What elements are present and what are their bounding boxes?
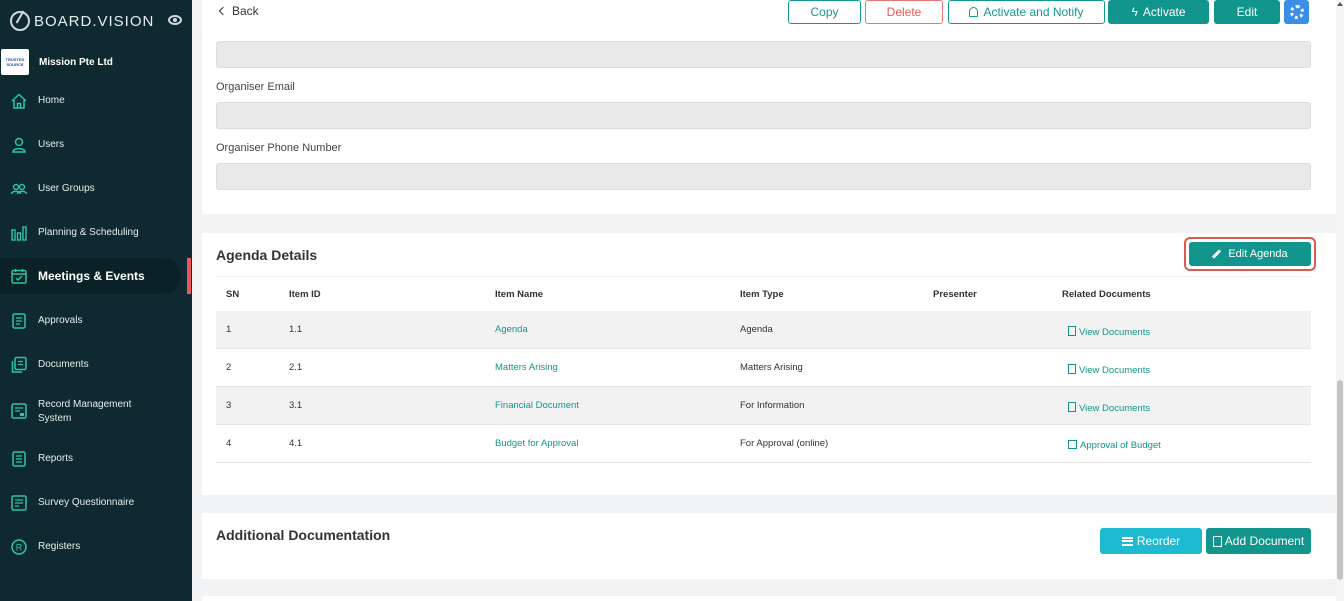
table-row: 3 3.1 Financial Document For Information… — [216, 387, 1311, 425]
pencil-icon — [1212, 250, 1221, 259]
sidebar: BOARD.VISION TRUSTED SOURCE Mission Pte … — [0, 0, 192, 601]
copy-button[interactable]: Copy — [788, 0, 861, 24]
user-groups-icon — [10, 183, 28, 195]
column-item-id: Item ID — [289, 289, 321, 300]
view-documents-link[interactable]: View Documents — [1068, 363, 1150, 376]
main-content: Back Copy Delete Activate and Notify ϟ Ac… — [192, 0, 1344, 601]
sidebar-item-planning-scheduling[interactable]: Planning & Scheduling — [0, 224, 192, 242]
sidebar-item-user-groups[interactable]: User Groups — [0, 180, 192, 198]
bell-icon — [969, 7, 979, 17]
approval-of-budget-link[interactable]: Approval of Budget — [1068, 439, 1161, 451]
document-icon — [1068, 364, 1076, 374]
survey-icon — [11, 495, 27, 511]
record-icon — [11, 403, 27, 419]
lightning-icon: ϟ — [1131, 5, 1138, 19]
organiser-name-field[interactable] — [216, 41, 1311, 68]
list-icon — [1121, 536, 1133, 546]
home-icon — [11, 93, 27, 109]
registered-icon: R — [11, 539, 27, 555]
sidebar-item-approvals[interactable]: Approvals — [0, 312, 192, 330]
item-name-link[interactable]: Financial Document — [495, 400, 579, 411]
delete-button[interactable]: Delete — [865, 0, 943, 24]
sidebar-item-survey-questionnaire[interactable]: Survey Questionnaire — [0, 494, 192, 512]
edit-agenda-button[interactable]: Edit Agenda — [1189, 242, 1311, 266]
user-icon — [12, 137, 26, 153]
organiser-phone-field[interactable] — [216, 163, 1311, 190]
sidebar-item-registers[interactable]: R Registers — [0, 538, 192, 556]
bar-chart-icon — [11, 226, 27, 241]
calendar-icon — [11, 269, 27, 284]
table-row: 1 1.1 Agenda Agenda View Documents — [216, 311, 1311, 349]
reports-icon — [12, 451, 26, 467]
organiser-email-label: Organiser Email — [216, 81, 295, 93]
item-name-link[interactable]: Agenda — [495, 324, 528, 335]
file-icon — [1212, 535, 1222, 547]
column-related-documents: Related Documents — [1062, 289, 1151, 300]
organization-switcher[interactable]: TRUSTED SOURCE Mission Pte Ltd — [0, 48, 192, 76]
item-name-link[interactable]: Budget for Approval — [495, 438, 578, 449]
agenda-details-card: Agenda Details Edit Agenda SN Item ID It… — [202, 233, 1336, 495]
board-vision-logo-icon — [10, 11, 30, 31]
next-card-edge — [202, 596, 1336, 601]
vertical-scrollbar[interactable] — [1336, 0, 1344, 601]
edit-button[interactable]: Edit — [1214, 0, 1280, 24]
add-document-button[interactable]: Add Document — [1206, 528, 1311, 554]
additional-documentation-title: Additional Documentation — [216, 527, 391, 543]
agenda-details-title: Agenda Details — [216, 247, 318, 263]
document-icon — [1068, 326, 1076, 336]
agenda-table-header: SN Item ID Item Name Item Type Presenter… — [216, 276, 1311, 311]
activate-and-notify-button[interactable]: Activate and Notify — [948, 0, 1105, 24]
column-item-name: Item Name — [495, 289, 544, 300]
settings-button[interactable] — [1284, 0, 1309, 24]
sidebar-item-reports[interactable]: Reports — [0, 450, 192, 468]
approvals-icon — [12, 313, 26, 329]
scroll-up-arrow-icon[interactable] — [1337, 2, 1343, 6]
gear-icon — [1289, 5, 1304, 19]
brand-name: BOARD.VISION — [34, 12, 155, 30]
documents-icon — [11, 356, 27, 373]
back-link[interactable]: Back — [218, 4, 259, 18]
column-presenter: Presenter — [933, 289, 977, 300]
view-documents-link[interactable]: View Documents — [1068, 401, 1150, 414]
organiser-email-field[interactable] — [216, 102, 1311, 129]
checkbox-icon — [1068, 440, 1077, 449]
scrollbar-thumb[interactable] — [1337, 380, 1343, 580]
organization-name: Mission Pte Ltd — [39, 56, 113, 68]
brand-logo[interactable]: BOARD.VISION — [10, 10, 154, 32]
organiser-details-card: Organiser Email Organiser Phone Number — [202, 36, 1336, 214]
item-name-link[interactable]: Matters Arising — [495, 362, 558, 373]
activate-button[interactable]: ϟ Activate — [1108, 0, 1209, 24]
sidebar-item-home[interactable]: Home — [0, 92, 192, 110]
table-row: 2 2.1 Matters Arising Matters Arising Vi… — [216, 349, 1311, 387]
column-sn: SN — [226, 289, 240, 300]
table-row: 4 4.1 Budget for Approval For Approval (… — [216, 425, 1311, 463]
toolbar: Back Copy Delete Activate and Notify ϟ Ac… — [202, 0, 1336, 36]
chevron-left-icon — [218, 6, 228, 16]
view-documents-link[interactable]: View Documents — [1068, 325, 1150, 338]
edit-agenda-highlight: Edit Agenda — [1184, 237, 1316, 271]
active-bar — [187, 258, 191, 294]
reorder-button[interactable]: Reorder — [1100, 528, 1202, 554]
additional-documentation-card: Additional Documentation Reorder Add Doc… — [202, 513, 1336, 579]
document-icon — [1068, 402, 1076, 412]
organiser-phone-label: Organiser Phone Number — [216, 142, 342, 154]
organization-logo: TRUSTED SOURCE — [1, 49, 29, 75]
sidebar-item-meetings-events[interactable]: Meetings & Events — [0, 258, 192, 294]
eye-icon[interactable] — [168, 15, 182, 25]
sidebar-item-users[interactable]: Users — [0, 136, 192, 154]
column-item-type: Item Type — [740, 289, 784, 300]
sidebar-item-record-management[interactable]: Record Management System — [0, 396, 192, 426]
svg-text:R: R — [16, 543, 23, 553]
sidebar-item-documents[interactable]: Documents — [0, 356, 192, 374]
